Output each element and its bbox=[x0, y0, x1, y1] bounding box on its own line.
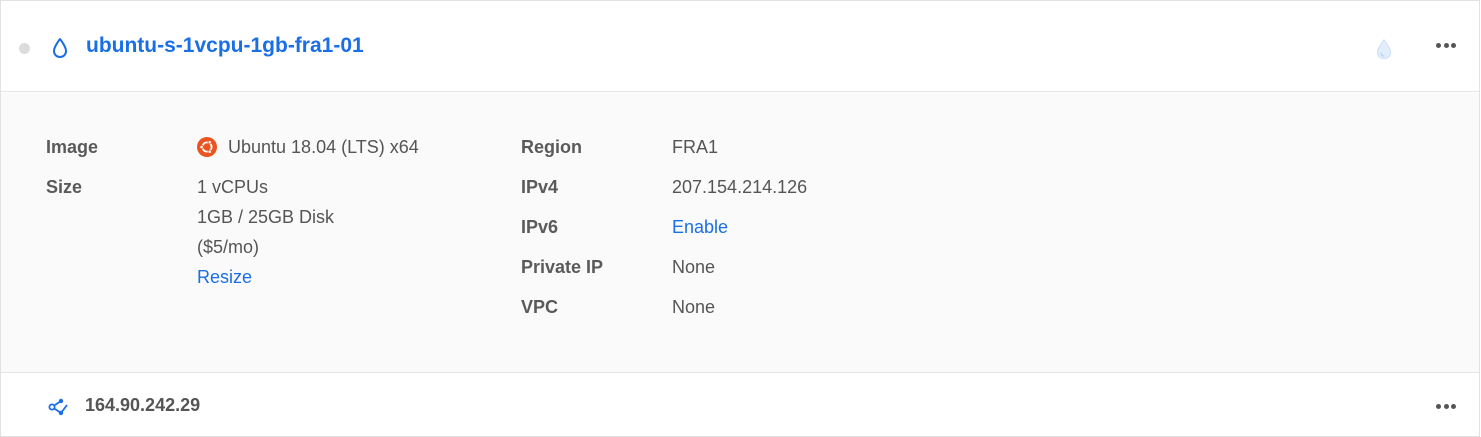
vpc-label: VPC bbox=[521, 297, 559, 317]
region-label: Region bbox=[521, 137, 582, 157]
network-share-icon bbox=[48, 398, 68, 416]
size-memory-disk: 1GB / 25GB Disk bbox=[197, 207, 335, 227]
image-value: Ubuntu 18.04 (LTS) x64 bbox=[228, 137, 419, 157]
more-dot bbox=[1451, 42, 1456, 48]
floating-ip-address[interactable]: 164.90.242.29 bbox=[85, 395, 200, 416]
floating-ip-row: 164.90.242.29 bbox=[1, 374, 1479, 436]
resize-link[interactable]: Resize bbox=[197, 267, 252, 288]
size-price: ($5/mo) bbox=[197, 237, 260, 257]
droplet-name-link[interactable]: ubuntu-s-1vcpu-1gb-fra1-01 bbox=[86, 34, 364, 58]
ipv4-label: IPv4 bbox=[521, 177, 559, 197]
private-ip-label: Private IP bbox=[521, 257, 604, 277]
droplet-card: ubuntu-s-1vcpu-1gb-fra1-01 Image Ubuntu … bbox=[0, 0, 1480, 437]
size-label: Size bbox=[46, 177, 83, 197]
ipv6-enable-link[interactable]: Enable bbox=[672, 217, 728, 238]
floating-ip-more-button[interactable] bbox=[1433, 396, 1459, 416]
more-dot bbox=[1436, 403, 1441, 409]
more-dot bbox=[1443, 42, 1449, 48]
droplet-icon bbox=[53, 38, 67, 58]
image-label: Image bbox=[46, 137, 99, 157]
more-dot bbox=[1451, 403, 1456, 409]
status-dot-icon bbox=[19, 43, 30, 54]
more-dot bbox=[1436, 42, 1441, 48]
droplet-header: ubuntu-s-1vcpu-1gb-fra1-01 bbox=[1, 1, 1479, 92]
region-value: FRA1 bbox=[672, 137, 719, 157]
droplet-light-icon[interactable] bbox=[1373, 38, 1395, 60]
droplet-details: Image Ubuntu 18.04 (LTS) x64 Size 1 vCPU… bbox=[1, 93, 1479, 373]
droplet-more-button[interactable] bbox=[1433, 35, 1459, 55]
more-dot bbox=[1443, 403, 1449, 409]
size-vcpus: 1 vCPUs bbox=[197, 177, 269, 197]
ipv4-value[interactable]: 207.154.214.126 bbox=[672, 177, 807, 198]
vpc-value: None bbox=[672, 297, 716, 317]
ubuntu-logo-icon bbox=[197, 137, 217, 157]
private-ip-value: None bbox=[672, 257, 716, 277]
ipv6-label: IPv6 bbox=[521, 217, 559, 237]
